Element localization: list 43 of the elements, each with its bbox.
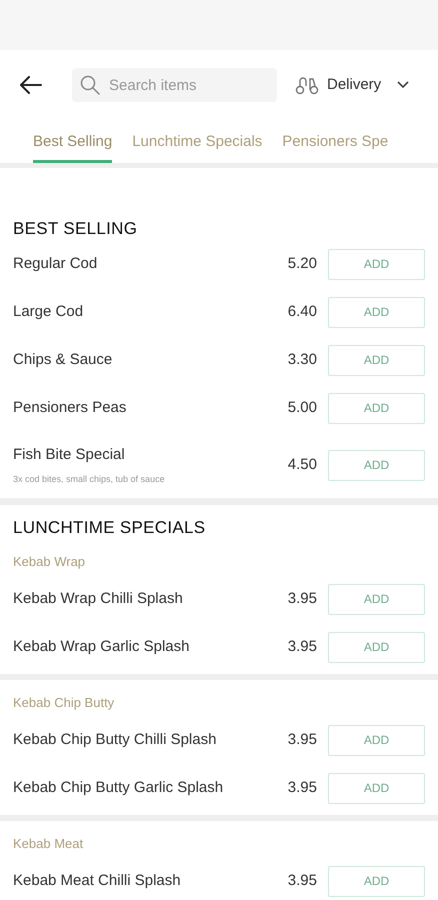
- add-button[interactable]: ADD: [328, 296, 425, 328]
- item-price: 4.50: [288, 454, 317, 475]
- item-price: 3.30: [288, 350, 317, 370]
- add-button[interactable]: ADD: [328, 724, 425, 756]
- item-price: 3.95: [288, 588, 317, 609]
- group-title: Kebab Wrap: [13, 553, 86, 571]
- item-name: Kebab Chip Butty Chilli Splash: [13, 730, 218, 750]
- add-button[interactable]: ADD: [328, 248, 425, 280]
- item-price: 5.00: [288, 398, 317, 418]
- add-button[interactable]: ADD: [328, 450, 425, 480]
- section-title: LUNCHTIME SPECIALS: [13, 517, 206, 539]
- item-name: Large Cod: [13, 302, 84, 322]
- item-price: 6.40: [288, 302, 317, 322]
- item-price: 5.20: [288, 254, 317, 274]
- item-name: Kebab Chip Butty Garlic Splash: [13, 778, 224, 798]
- item-name: Fish Bite Special: [13, 445, 126, 465]
- add-button[interactable]: ADD: [328, 866, 425, 896]
- search-icon: [80, 75, 100, 95]
- item-name: Kebab Wrap Chilli Splash: [13, 588, 184, 609]
- item-price: 3.95: [288, 636, 317, 657]
- category-tab[interactable]: Pensioners Spe: [282, 120, 388, 163]
- item-name: Regular Cod: [13, 254, 98, 274]
- add-button[interactable]: ADD: [328, 772, 425, 804]
- section-title: BEST SELLING: [13, 218, 138, 240]
- item-price: 3.95: [288, 730, 317, 750]
- group-title: Kebab Meat: [13, 835, 84, 853]
- chevron-down-icon: [397, 81, 410, 89]
- add-button[interactable]: ADD: [328, 584, 425, 614]
- category-tab[interactable]: Lunchtime Specials: [132, 120, 262, 163]
- item-name: Chips & Sauce: [13, 350, 114, 370]
- item-price: 3.95: [288, 870, 317, 891]
- add-button[interactable]: ADD: [328, 344, 425, 376]
- add-button[interactable]: ADD: [328, 632, 425, 662]
- add-button[interactable]: ADD: [328, 392, 425, 424]
- item-description: 3x cod bites, small chips, tub of sauce: [13, 472, 166, 486]
- delivery-selector[interactable]: Delivery: [295, 74, 410, 96]
- back-arrow-icon[interactable]: [20, 76, 42, 94]
- item-price: 3.95: [288, 778, 317, 798]
- search-field[interactable]: Search items: [72, 68, 277, 102]
- item-name: Kebab Meat Chilli Splash: [13, 870, 182, 891]
- item-name: Pensioners Peas: [13, 398, 128, 418]
- item-name: Kebab Wrap Garlic Splash: [13, 636, 190, 657]
- group-title: Kebab Chip Butty: [13, 694, 116, 712]
